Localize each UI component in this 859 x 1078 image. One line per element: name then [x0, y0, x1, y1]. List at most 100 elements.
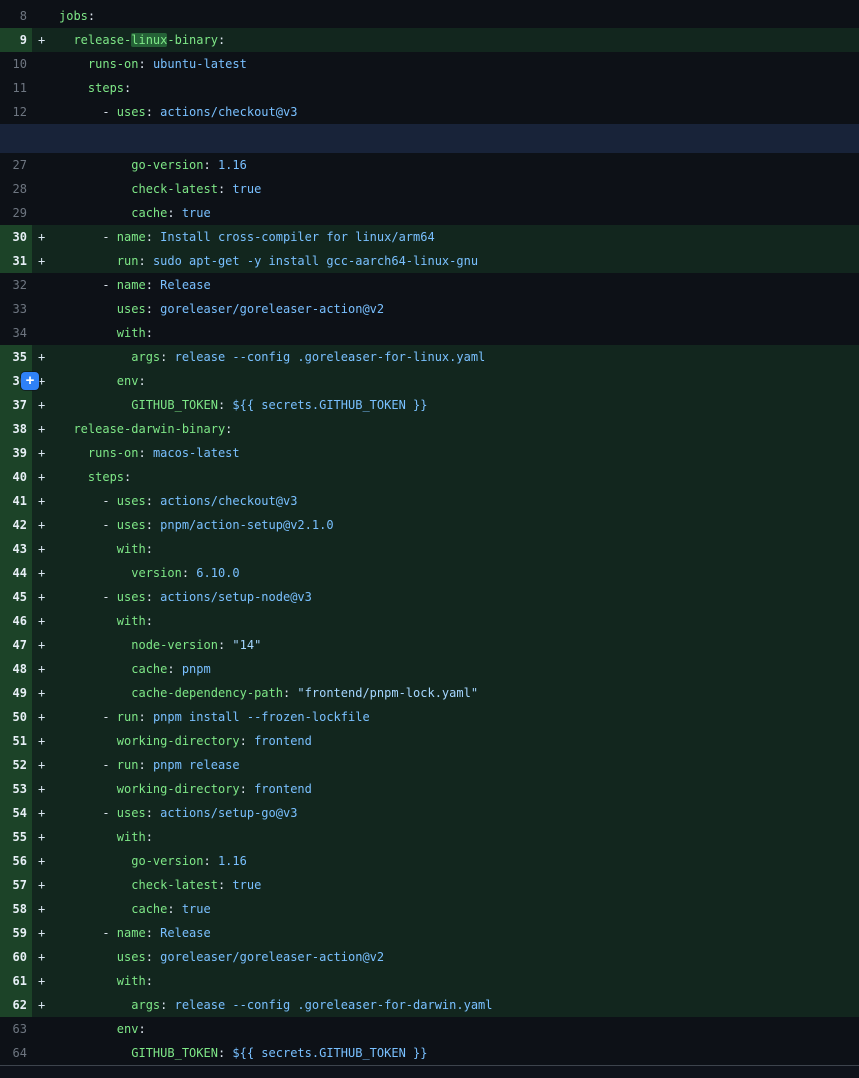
yaml-punctuation	[59, 878, 131, 892]
line-number[interactable]: 43	[0, 537, 32, 561]
diff-bottom-border	[0, 1065, 859, 1078]
yaml-key: name	[117, 926, 146, 940]
line-number[interactable]: 39	[0, 441, 32, 465]
diff-add-marker: +	[38, 849, 45, 873]
diff-line-51: 51+ working-directory: frontend	[0, 729, 859, 753]
yaml-key: run	[117, 758, 139, 772]
line-number[interactable]: 57	[0, 873, 32, 897]
yaml-punctuation: :	[146, 518, 160, 532]
diff-line-42: 42+ - uses: pnpm/action-setup@v2.1.0	[0, 513, 859, 537]
line-number[interactable]: 64	[0, 1041, 32, 1065]
code-text: GITHUB_TOKEN: ${{ secrets.GITHUB_TOKEN }…	[32, 1041, 427, 1065]
line-number[interactable]: 41	[0, 489, 32, 513]
line-number[interactable]: 11	[0, 76, 32, 100]
line-number[interactable]: 47	[0, 633, 32, 657]
yaml-punctuation: :	[182, 566, 196, 580]
line-number[interactable]: 31	[0, 249, 32, 273]
yaml-value: pnpm	[182, 662, 211, 676]
diff-line-31: 31+ run: sudo apt-get -y install gcc-aar…	[0, 249, 859, 273]
line-number[interactable]: 55	[0, 825, 32, 849]
yaml-value: release --config .goreleaser-for-linux.y…	[175, 350, 486, 364]
yaml-punctuation	[59, 446, 88, 460]
line-number[interactable]: 29	[0, 201, 32, 225]
line-number[interactable]: 32	[0, 273, 32, 297]
line-number[interactable]: 49	[0, 681, 32, 705]
code-text: with:	[32, 609, 153, 633]
line-number[interactable]: 8	[0, 4, 32, 28]
line-number[interactable]: 50	[0, 705, 32, 729]
line-number[interactable]: 33	[0, 297, 32, 321]
code-text: - run: pnpm release	[32, 753, 240, 777]
line-number[interactable]: 9	[0, 28, 32, 52]
yaml-punctuation: :	[283, 686, 297, 700]
line-number[interactable]: 35	[0, 345, 32, 369]
diff-line-64: 64 GITHUB_TOKEN: ${{ secrets.GITHUB_TOKE…	[0, 1041, 859, 1065]
line-number[interactable]: 27	[0, 153, 32, 177]
line-number[interactable]: 40	[0, 465, 32, 489]
yaml-punctuation: :	[88, 9, 95, 23]
diff-line-27: 27 go-version: 1.16	[0, 153, 859, 177]
line-number[interactable]: 62	[0, 993, 32, 1017]
code-text: cache-dependency-path: "frontend/pnpm-lo…	[32, 681, 478, 705]
line-number[interactable]: 59	[0, 921, 32, 945]
line-number[interactable]: 53	[0, 777, 32, 801]
line-number[interactable]: 30	[0, 225, 32, 249]
line-number[interactable]: 28	[0, 177, 32, 201]
line-number[interactable]: 58	[0, 897, 32, 921]
yaml-punctuation: :	[167, 902, 181, 916]
yaml-key: check-latest	[131, 182, 218, 196]
yaml-key: jobs	[59, 9, 88, 23]
yaml-key: steps	[88, 470, 124, 484]
yaml-key: with	[117, 542, 146, 556]
line-number[interactable]: 54	[0, 801, 32, 825]
yaml-punctuation: :	[146, 830, 153, 844]
line-number[interactable]: 63	[0, 1017, 32, 1041]
line-number[interactable]: 60	[0, 945, 32, 969]
yaml-punctuation: :	[146, 614, 153, 628]
yaml-key: version	[131, 566, 182, 580]
diff-add-marker: +	[38, 249, 45, 273]
diff-line-39: 39+ runs-on: macos-latest	[0, 441, 859, 465]
diff-line-34: 34 with:	[0, 321, 859, 345]
yaml-key: with	[117, 830, 146, 844]
line-number[interactable]: 44	[0, 561, 32, 585]
yaml-value: actions/checkout@v3	[160, 494, 297, 508]
line-number[interactable]: 51	[0, 729, 32, 753]
line-number[interactable]: 52	[0, 753, 32, 777]
line-number[interactable]: 45	[0, 585, 32, 609]
code-text: - uses: pnpm/action-setup@v2.1.0	[32, 513, 334, 537]
yaml-punctuation: -	[59, 710, 117, 724]
yaml-punctuation	[59, 662, 131, 676]
diff-line-58: 58+ cache: true	[0, 897, 859, 921]
line-number[interactable]: 48	[0, 657, 32, 681]
yaml-punctuation: :	[138, 57, 152, 71]
diff-add-marker: +	[38, 705, 45, 729]
line-number[interactable]: 46	[0, 609, 32, 633]
yaml-punctuation: :	[146, 302, 160, 316]
line-number[interactable]: 34	[0, 321, 32, 345]
line-number[interactable]: 12	[0, 100, 32, 124]
yaml-value: goreleaser/goreleaser-action@v2	[160, 302, 384, 316]
diff-line-53: 53+ working-directory: frontend	[0, 777, 859, 801]
diff-line-59: 59+ - name: Release	[0, 921, 859, 945]
diff-line-37: 37+ GITHUB_TOKEN: ${{ secrets.GITHUB_TOK…	[0, 393, 859, 417]
line-number[interactable]: 38	[0, 417, 32, 441]
diff-add-marker: +	[38, 993, 45, 1017]
line-number[interactable]: 42	[0, 513, 32, 537]
diff-line-8: 8jobs:	[0, 4, 859, 28]
code-text: jobs:	[32, 4, 95, 28]
add-comment-button[interactable]: +	[21, 372, 39, 390]
yaml-punctuation: :	[138, 374, 145, 388]
yaml-punctuation	[59, 782, 117, 796]
line-number[interactable]: 37	[0, 393, 32, 417]
line-number[interactable]: 56	[0, 849, 32, 873]
line-number[interactable]: 10	[0, 52, 32, 76]
expand-hidden-lines-row[interactable]	[0, 124, 859, 153]
yaml-punctuation: :	[146, 326, 153, 340]
code-text: args: release --config .goreleaser-for-d…	[32, 993, 493, 1017]
line-number[interactable]: 61	[0, 969, 32, 993]
yaml-punctuation: :	[138, 446, 152, 460]
code-text: - uses: actions/checkout@v3	[32, 100, 297, 124]
diff-add-marker: +	[38, 969, 45, 993]
yaml-value: Release	[160, 926, 211, 940]
